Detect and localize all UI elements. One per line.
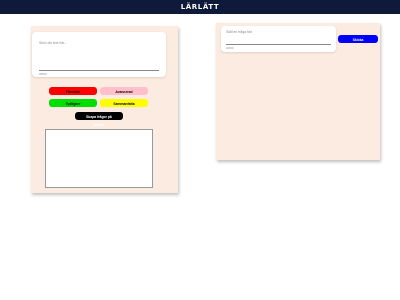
question-panel: Ställ en fråga här 0/200 Skicka: [216, 23, 380, 160]
output-area: [45, 129, 153, 188]
text-input-underline: [39, 70, 159, 71]
text-tools-panel: Skriv din text här... 0/500 Förenkla Ava…: [31, 26, 178, 193]
question-input-card[interactable]: Ställ en fråga här 0/200: [221, 26, 336, 52]
text-input-placeholder[interactable]: Skriv din text här...: [39, 41, 67, 45]
clarify-button[interactable]: Tydligare: [49, 99, 97, 107]
text-input-char-counter: 0/500: [39, 72, 47, 76]
app-header: LÄRLÄTT: [0, 0, 400, 14]
question-input-char-counter: 0/200: [226, 46, 234, 50]
simplify-button[interactable]: Förenkla: [49, 87, 97, 95]
question-input-placeholder[interactable]: Ställ en fråga här: [226, 30, 252, 34]
text-input-card[interactable]: Skriv din text här... 0/500: [32, 32, 166, 77]
app-title: LÄRLÄTT: [180, 3, 220, 11]
advanced-button[interactable]: Avancerad: [100, 87, 148, 95]
send-button[interactable]: Skicka: [338, 35, 378, 43]
create-questions-button[interactable]: Skapa frågor på texten: [75, 112, 123, 127]
question-input-underline: [226, 44, 331, 45]
summarize-button[interactable]: Sammanfatta: [100, 99, 148, 107]
